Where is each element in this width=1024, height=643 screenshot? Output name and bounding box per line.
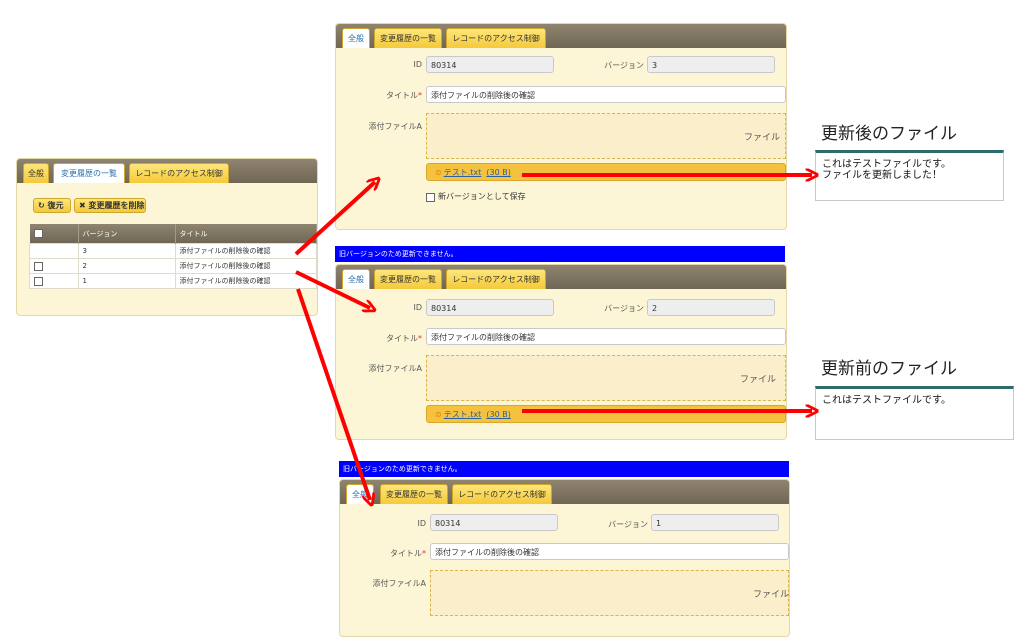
arrow-v3-to-panel	[294, 182, 375, 256]
arrow-v1-to-panel	[296, 288, 370, 500]
arrows-layer	[294, 0, 1024, 643]
arrow-v2-to-panel	[295, 270, 370, 308]
